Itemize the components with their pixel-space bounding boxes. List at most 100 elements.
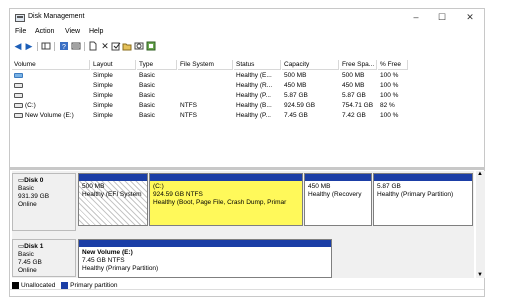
volume-icon: [14, 92, 23, 98]
free-space-cell: 7.42 GB: [342, 112, 366, 119]
disk-name: Disk 1: [24, 243, 44, 250]
folder-icon[interactable]: [122, 41, 132, 51]
legend-primary: Primary partition: [70, 282, 118, 289]
forward-icon[interactable]: ▶: [24, 41, 34, 51]
capacity-cell: 7.45 GB: [284, 112, 308, 119]
type-cell: Basic: [139, 112, 155, 119]
disk-state: Online: [18, 201, 37, 208]
maximize-button[interactable]: ☐: [431, 11, 453, 23]
zoom-icon[interactable]: [134, 41, 144, 51]
partition-status: Healthy (Primary Partition): [82, 265, 159, 272]
capacity-cell: 500 MB: [284, 72, 307, 79]
column-header-file-system[interactable]: File System: [178, 60, 233, 70]
unallocated-swatch: [12, 281, 19, 289]
volume-icon: [14, 72, 23, 78]
partition-bar: [150, 174, 302, 181]
partition-size: 7.45 GB NTFS: [82, 257, 125, 264]
capacity-cell: 450 MB: [284, 82, 307, 89]
volume-list: Volume Layout Type File System Status Ca…: [12, 60, 484, 164]
partition-title: (C:): [153, 183, 164, 190]
fs-cell: [178, 91, 233, 101]
console-tree-icon[interactable]: [41, 41, 51, 51]
menu-file[interactable]: File: [15, 28, 26, 35]
partition-recovery[interactable]: 450 MB Healthy (Recovery: [304, 173, 372, 226]
partition-e[interactable]: New Volume (E:) 7.45 GB NTFS Healthy (Pr…: [78, 239, 332, 278]
free-space-cell: 5.87 GB: [342, 92, 366, 99]
status-bar: [10, 289, 484, 297]
column-header-capacity[interactable]: Capacity: [282, 60, 339, 70]
status-cell: Healthy (P...: [236, 112, 271, 119]
disk-0-row: ▭Disk 0 Basic 931.39 GB Online 500 MB He…: [12, 173, 474, 231]
menu-action[interactable]: Action: [35, 28, 54, 35]
delete-icon[interactable]: ✕: [100, 41, 110, 51]
capacity-cell: 924.59 GB: [284, 102, 316, 109]
settings-icon[interactable]: [146, 41, 156, 51]
status-cell: Healthy (E...: [236, 72, 272, 79]
table-row[interactable]: (C:) Simple Basic NTFS Healthy (B... 924…: [12, 101, 484, 111]
column-header-free-space[interactable]: Free Spa...: [340, 60, 377, 70]
partition-size: 450 MB: [308, 183, 331, 190]
menu-view[interactable]: View: [65, 28, 80, 35]
column-header-layout[interactable]: Layout: [91, 60, 136, 70]
type-cell: Basic: [139, 72, 155, 79]
check-icon[interactable]: [111, 41, 121, 51]
table-row[interactable]: Simple Basic Healthy (P... 5.87 GB 5.87 …: [12, 91, 484, 101]
disk-1-label[interactable]: ▭Disk 1 Basic 7.45 GB Online: [12, 239, 76, 277]
window-title: Disk Management: [28, 13, 85, 20]
scroll-up-icon[interactable]: ▲: [477, 171, 483, 177]
column-header-status[interactable]: Status: [234, 60, 281, 70]
table-row[interactable]: New Volume (E:) Simple Basic NTFS Health…: [12, 111, 484, 121]
help-icon[interactable]: ?: [59, 41, 69, 51]
fs-cell: NTFS: [180, 102, 197, 109]
partition-size: 924.59 GB NTFS: [153, 191, 203, 198]
percent-free-cell: 82 %: [380, 102, 395, 109]
capacity-cell: 5.87 GB: [284, 92, 308, 99]
svg-text:?: ?: [62, 44, 66, 51]
status-cell: Healthy (P...: [236, 92, 271, 99]
layout-cell: Simple: [93, 82, 113, 89]
toolbar-separator: [37, 42, 38, 51]
disk-0-label[interactable]: ▭Disk 0 Basic 931.39 GB Online: [12, 173, 76, 231]
column-header-percent-free[interactable]: % Free: [378, 60, 408, 70]
layout-cell: Simple: [93, 112, 113, 119]
close-button[interactable]: ✕: [459, 11, 481, 23]
toolbar-separator: [54, 42, 55, 51]
table-row[interactable]: Simple Basic Healthy (E... 500 MB 500 MB…: [12, 71, 484, 81]
legend-unallocated: Unallocated: [21, 282, 56, 289]
partition-c[interactable]: (C:) 924.59 GB NTFS Healthy (Boot, Page …: [149, 173, 303, 226]
scroll-down-icon[interactable]: ▼: [477, 272, 483, 278]
table-row[interactable]: Simple Basic Healthy (R... 450 MB 450 MB…: [12, 81, 484, 91]
back-icon[interactable]: ◀: [13, 41, 23, 51]
partition-status: Healthy (Boot, Page File, Crash Dump, Pr…: [153, 199, 287, 206]
percent-free-cell: 100 %: [380, 72, 399, 79]
document-icon[interactable]: [88, 41, 98, 51]
partition-efi[interactable]: 500 MB Healthy (EFI System: [78, 173, 148, 226]
volume-cell: [12, 81, 90, 91]
partition-size: 500 MB: [82, 183, 105, 190]
disk-size: 931.39 GB: [18, 193, 50, 200]
free-space-cell: 500 MB: [342, 72, 365, 79]
disk-management-app-icon: [15, 14, 25, 22]
partition-bar: [79, 240, 331, 247]
volume-cell: [12, 91, 90, 101]
percent-free-cell: 100 %: [380, 92, 399, 99]
volume-icon: [14, 112, 23, 118]
minimize-button[interactable]: –: [405, 11, 427, 23]
partition-bar: [374, 174, 472, 181]
pane-splitter[interactable]: [10, 167, 484, 170]
partition-title: New Volume (E:): [82, 249, 133, 256]
disk-panel-scrollbar[interactable]: ▲ ▼: [476, 171, 485, 278]
toolbar: ◀ ▶ ? ✕: [10, 40, 484, 53]
disk-type: Basic: [18, 251, 34, 258]
menu-help[interactable]: Help: [89, 28, 103, 35]
disk-size: 7.45 GB: [18, 259, 42, 266]
disk-management-window: Disk Management – ☐ ✕ File Action View H…: [9, 8, 485, 297]
column-header-type[interactable]: Type: [137, 60, 177, 70]
properties-icon[interactable]: [71, 41, 81, 51]
column-header-volume[interactable]: Volume: [12, 60, 90, 70]
partition-primary[interactable]: 5.87 GB Healthy (Primary Partition): [373, 173, 473, 226]
volume-cell: [12, 71, 90, 81]
percent-free-cell: 100 %: [380, 112, 399, 119]
fs-cell: NTFS: [180, 112, 197, 119]
fs-cell: [178, 71, 233, 81]
